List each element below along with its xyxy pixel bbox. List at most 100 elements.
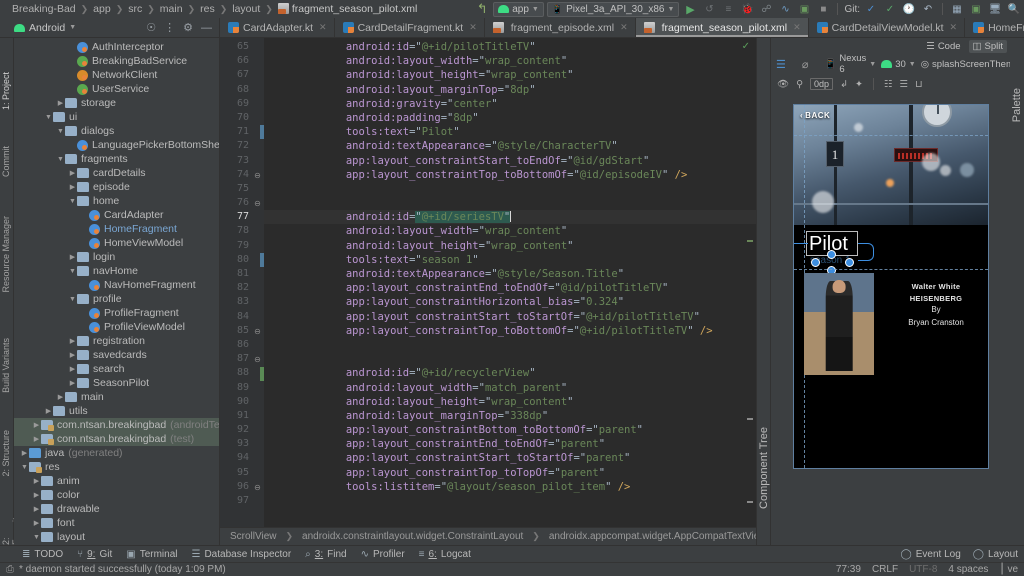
tool-window-find[interactable]: ⌕ 3: Find bbox=[305, 549, 346, 560]
chevron-right-icon[interactable]: ▶ bbox=[32, 519, 41, 527]
close-icon[interactable]: ✕ bbox=[950, 22, 958, 33]
magnet-off-icon[interactable]: ⚲ bbox=[796, 79, 803, 90]
code-line[interactable] bbox=[264, 196, 756, 210]
inspection-status-icon[interactable]: ✓ bbox=[742, 41, 750, 52]
caret-position[interactable]: 77:39 bbox=[836, 564, 861, 575]
chevron-right-icon[interactable]: ▶ bbox=[56, 393, 65, 401]
code-line[interactable]: app:layout_constraintHorizontal_bias="0.… bbox=[264, 295, 756, 309]
code-line[interactable]: android:layout_marginTop="8dp" bbox=[264, 83, 756, 97]
code-fold-icon[interactable]: ⊖ bbox=[253, 171, 262, 180]
chevron-down-icon[interactable]: ▼ bbox=[68, 296, 77, 303]
breadcrumb-item[interactable]: layout bbox=[228, 3, 264, 15]
error-stripe-mark[interactable] bbox=[747, 418, 753, 420]
tab-homefragment-kt[interactable]: HomeFragment.kt✕ bbox=[965, 18, 1024, 37]
code-fold-icon[interactable]: ⊖ bbox=[253, 483, 262, 492]
code-line[interactable]: android:id="@+id/pilotTitleTV" bbox=[264, 40, 756, 54]
code-line[interactable]: app:layout_constraintStart_toStartOf="@+… bbox=[264, 310, 756, 324]
chevron-right-icon[interactable]: ▶ bbox=[20, 449, 29, 457]
update-project-icon[interactable]: ✓ bbox=[863, 1, 879, 17]
tree-node[interactable]: ▶ search bbox=[14, 362, 219, 376]
chevron-right-icon[interactable]: ▶ bbox=[32, 435, 41, 443]
chevron-right-icon[interactable]: ▶ bbox=[68, 253, 77, 261]
tree-node[interactable]: ▶ registration bbox=[14, 334, 219, 348]
layers-icon[interactable]: ☰ bbox=[776, 58, 786, 71]
tree-node[interactable]: ▼ res bbox=[14, 460, 219, 474]
project-view-selector[interactable]: Android ▼ bbox=[14, 22, 76, 34]
code-line[interactable] bbox=[264, 494, 756, 508]
chevron-right-icon[interactable]: ▶ bbox=[68, 365, 77, 373]
code-line[interactable]: android:id="@+id/recyclerView" bbox=[264, 366, 756, 380]
code-fold-icon[interactable]: ⊖ bbox=[253, 327, 262, 336]
tree-node[interactable]: ▶ drawable bbox=[14, 502, 219, 516]
close-icon[interactable]: ✕ bbox=[620, 22, 628, 33]
tree-node[interactable]: HomeFragment bbox=[14, 222, 219, 236]
tree-node[interactable]: UserService bbox=[14, 82, 219, 96]
palette-label[interactable]: Palette bbox=[1011, 88, 1023, 122]
editor-gutter[interactable]: 65 66 67 68 69 70 71 72 73 74 ⊖ 75 76 ⊖ 77 78 79 80 81 82 83… bbox=[220, 38, 264, 527]
resize-handle-right[interactable] bbox=[845, 258, 854, 267]
tree-node[interactable]: LanguagePickerBottomSheet bbox=[14, 138, 219, 152]
apply-changes-icon[interactable]: ↺ bbox=[701, 1, 717, 17]
tool-window-logcat[interactable]: ≡ 6: Logcat bbox=[419, 549, 471, 560]
sdk-manager-icon[interactable]: ▦ bbox=[949, 1, 965, 17]
tree-node[interactable]: ▼ dialogs bbox=[14, 124, 219, 138]
tool-strip----project[interactable]: 1: Project bbox=[1, 72, 11, 110]
tree-node[interactable]: ▶ main bbox=[14, 390, 219, 404]
resize-handle-top[interactable] bbox=[827, 250, 836, 259]
device-selector[interactable]: 📱 Pixel_3a_API_30_x86 ▼ bbox=[546, 1, 680, 17]
tool-window-event-log[interactable]: ◯ Event Log bbox=[901, 549, 961, 560]
chevron-down-icon[interactable]: ▼ bbox=[20, 464, 29, 471]
tree-node[interactable]: ▶ font bbox=[14, 516, 219, 530]
code-line[interactable]: android:layout_height="wrap_content" bbox=[264, 68, 756, 82]
apply-code-changes-icon[interactable]: ≡ bbox=[720, 1, 736, 17]
code-line[interactable] bbox=[264, 182, 756, 196]
api-picker[interactable]: 30 ▼ bbox=[881, 59, 916, 70]
code-line[interactable]: tools:listitem="@layout/season_pilot_ite… bbox=[264, 480, 756, 494]
tree-node[interactable]: ▼ ui bbox=[14, 110, 219, 124]
tool-window-todo[interactable]: ≣ TODO bbox=[22, 549, 63, 560]
chevron-right-icon[interactable]: ▶ bbox=[68, 379, 77, 387]
code-line[interactable]: app:layout_constraintEnd_toEndOf="@id/pi… bbox=[264, 281, 756, 295]
tab-carddetailviewmodel-kt[interactable]: CardDetailViewModel.kt ✕ bbox=[809, 18, 966, 37]
tree-node[interactable]: ▶ color bbox=[14, 488, 219, 502]
chevron-right-icon[interactable]: ▶ bbox=[32, 421, 41, 429]
eye-icon[interactable]: 👁 bbox=[777, 79, 789, 90]
indent-setting[interactable]: 4 spaces bbox=[948, 564, 988, 575]
history-clock-icon[interactable]: 🕐 bbox=[901, 1, 917, 17]
mode-code-button[interactable]: ☰ Code bbox=[922, 40, 964, 53]
editor-area[interactable]: 65 66 67 68 69 70 71 72 73 74 ⊖ 75 76 ⊖ 77 78 79 80 81 82 83… bbox=[220, 38, 756, 527]
tree-node[interactable]: ▶ SeasonPilot bbox=[14, 376, 219, 390]
code-line[interactable]: android:textAppearance="@style/Season.Ti… bbox=[264, 267, 756, 281]
tree-node[interactable]: ▶ anim bbox=[14, 474, 219, 488]
tree-node[interactable]: ▶ savedcards bbox=[14, 348, 219, 362]
tree-node[interactable]: ▶ com.ntsan.breakingbad (test) bbox=[14, 432, 219, 446]
undo-arrow-icon[interactable]: ↰ bbox=[474, 1, 490, 17]
tab-carddetailfragment-kt[interactable]: CardDetailFragment.kt ✕ bbox=[335, 18, 485, 37]
code-line[interactable]: android:id="@+id/seriesTV" bbox=[264, 210, 756, 225]
rollback-icon[interactable]: ↶ bbox=[920, 1, 936, 17]
tab-fragment_episode-xml[interactable]: fragment_episode.xml ✕ bbox=[485, 18, 636, 37]
code-line[interactable]: tools:text="season 1" bbox=[264, 253, 756, 267]
profiler-icon[interactable]: ∿ bbox=[777, 1, 793, 17]
chevron-right-icon[interactable]: ▶ bbox=[32, 491, 41, 499]
align-icon[interactable]: ☰ bbox=[900, 79, 909, 90]
code-line[interactable]: android:layout_width="wrap_content" bbox=[264, 224, 756, 238]
editor-breadcrumb-item[interactable]: androidx.appcompat.widget.AppCompatTextV… bbox=[549, 531, 767, 542]
code-line[interactable]: app:layout_constraintTop_toTopOf="parent… bbox=[264, 466, 756, 480]
tab-cardadapter-kt[interactable]: CardAdapter.kt ✕ bbox=[220, 18, 335, 37]
chevron-down-icon[interactable]: ▼ bbox=[32, 534, 41, 541]
code-line[interactable]: app:layout_constraintBottom_toBottomOf="… bbox=[264, 423, 756, 437]
code-line[interactable]: android:layout_width="match_parent" bbox=[264, 381, 756, 395]
run-icon[interactable]: ▶ bbox=[682, 1, 698, 17]
avd-manager-icon[interactable]: ▣ bbox=[968, 1, 984, 17]
chevron-right-icon[interactable]: ▶ bbox=[32, 477, 41, 485]
code-line[interactable]: app:layout_constraintStart_toEndOf="@id/… bbox=[264, 154, 756, 168]
chevron-right-icon[interactable]: ▶ bbox=[44, 407, 53, 415]
device-picker[interactable]: 📱 Nexus 6 ▼ bbox=[825, 53, 877, 75]
tab-fragment_season_pilot-xml[interactable]: fragment_season_pilot.xml ✕ bbox=[635, 18, 809, 37]
error-stripe-mark[interactable] bbox=[747, 240, 753, 242]
tool-window-profiler[interactable]: ∿ Profiler bbox=[361, 549, 405, 560]
error-stripe-mark[interactable] bbox=[747, 501, 753, 503]
chevron-down-icon[interactable]: ▼ bbox=[56, 128, 65, 135]
settings-gear-icon[interactable]: ⚙ bbox=[183, 21, 193, 34]
